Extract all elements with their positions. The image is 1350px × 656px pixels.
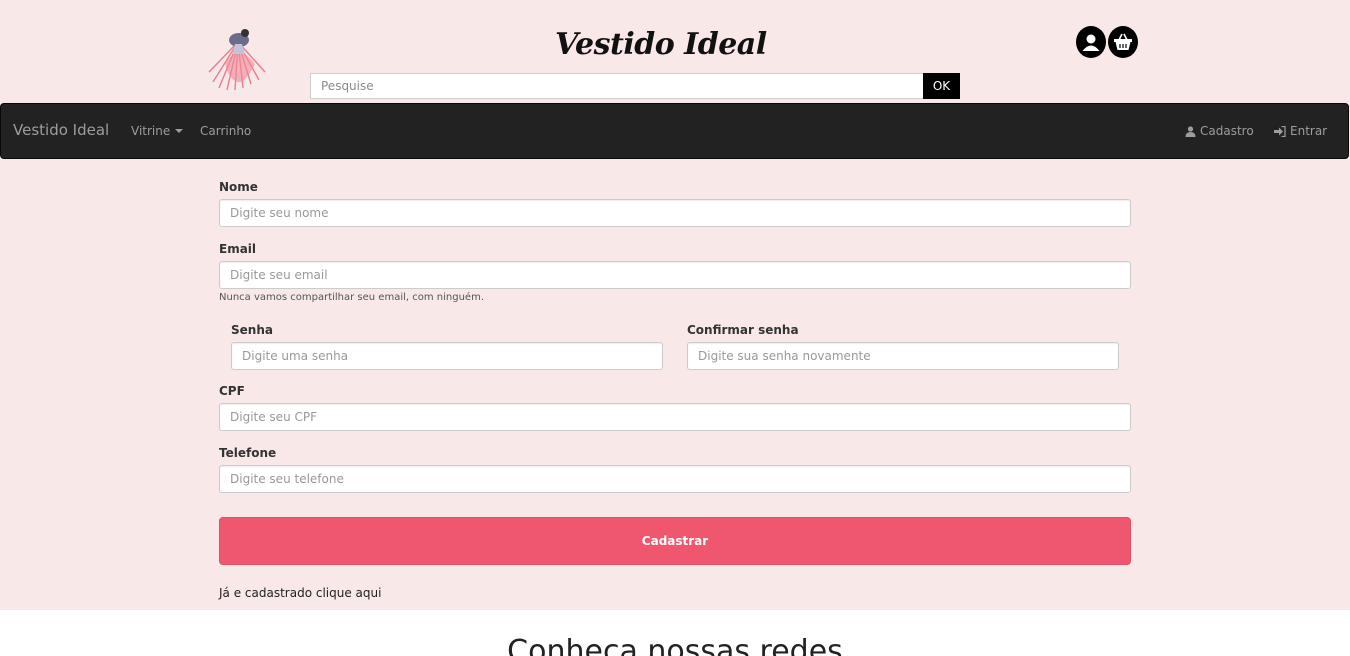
confirmar-senha-label: Confirmar senha (687, 323, 799, 337)
brand-logo[interactable] (205, 24, 271, 92)
account-button[interactable] (1076, 26, 1106, 58)
search-bar: OK (310, 73, 960, 99)
email-help-text: Nunca vamos compartilhar seu email, com … (219, 292, 484, 303)
cpf-input[interactable] (219, 403, 1131, 431)
basket-icon (1114, 33, 1132, 50)
email-label: Email (219, 242, 257, 256)
nav-item-label: Vitrine (131, 124, 171, 138)
nome-label: Nome (219, 180, 258, 194)
search-input[interactable] (310, 73, 923, 99)
nav-item-cadastro[interactable]: Cadastro (1185, 124, 1254, 138)
footer: Conheca nossas redes (0, 610, 1350, 656)
nav-item-label: Entrar (1290, 124, 1328, 138)
navbar-brand[interactable]: Vestido Ideal (13, 121, 109, 139)
senha-label: Senha (231, 323, 273, 337)
nav-item-vitrine[interactable]: Vitrine (131, 124, 184, 138)
cpf-label: CPF (219, 384, 245, 398)
confirmar-senha-input[interactable] (687, 342, 1119, 370)
search-button[interactable]: OK (923, 73, 960, 99)
senha-input[interactable] (231, 342, 663, 370)
footer-title: Conheca nossas redes (507, 634, 843, 656)
email-input[interactable] (219, 261, 1131, 289)
nav-item-label: Carrinho (200, 124, 252, 138)
navbar: Vestido Ideal Vitrine Carrinho Cadastro … (0, 103, 1349, 159)
nome-input[interactable] (219, 199, 1131, 227)
nav-item-entrar[interactable]: Entrar (1274, 124, 1327, 138)
caret-down-icon (175, 129, 184, 133)
nav-item-label: Cadastro (1200, 124, 1254, 138)
user-icon (1185, 125, 1196, 137)
sign-in-icon (1274, 125, 1286, 137)
telefone-label: Telefone (219, 446, 277, 460)
login-link[interactable]: Já e cadastrado clique aqui (219, 586, 381, 600)
cadastrar-button[interactable]: Cadastrar (219, 517, 1131, 565)
site-title: Vestido Ideal (555, 27, 767, 62)
telefone-input[interactable] (219, 465, 1131, 493)
user-circle-icon (1082, 34, 1100, 51)
nav-item-carrinho[interactable]: Carrinho (200, 124, 251, 138)
cart-button[interactable] (1108, 26, 1138, 58)
